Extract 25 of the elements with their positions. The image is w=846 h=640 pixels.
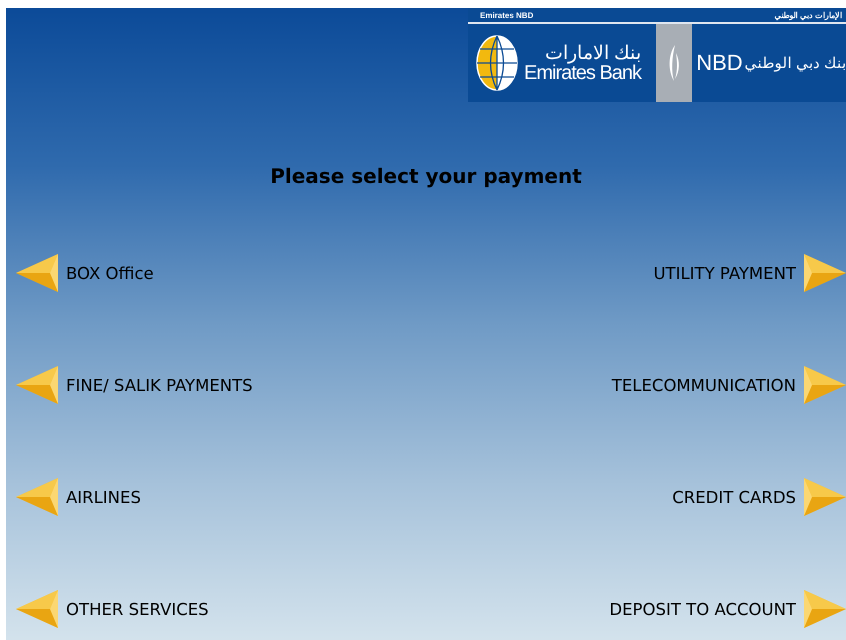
nbd-name-arabic: بنك دبي الوطني xyxy=(744,54,846,72)
bank-name: Emirates Bank xyxy=(524,62,642,82)
flame-logo-icon xyxy=(666,45,681,81)
brand-name: Emirates NBD xyxy=(480,10,534,20)
payment-option[interactable]: AIRLINES xyxy=(16,478,141,516)
payment-option[interactable]: UTILITY PAYMENT xyxy=(653,254,846,292)
payment-option[interactable]: TELECOMMUNICATION xyxy=(612,366,846,404)
arrow-icon xyxy=(16,590,58,628)
payment-option[interactable]: BOX Office xyxy=(16,254,154,292)
payment-option[interactable]: OTHER SERVICES xyxy=(16,590,209,628)
payment-option[interactable]: FINE/ SALIK PAYMENTS xyxy=(16,366,253,404)
arrow-icon xyxy=(16,254,58,292)
arrow-icon xyxy=(804,590,846,628)
arrow-icon xyxy=(16,478,58,516)
globe-logo-icon xyxy=(476,35,518,91)
bank-name-arabic: بنك الامارات xyxy=(544,44,642,62)
payment-option[interactable]: DEPOSIT TO ACCOUNT xyxy=(609,590,846,628)
arrow-icon xyxy=(804,254,846,292)
brand-name-arabic: الإمارات دبي الوطني xyxy=(774,10,842,20)
nbd-logo-text: NBD xyxy=(696,50,743,76)
screen-title: Please select your payment xyxy=(269,163,583,190)
arrow-icon xyxy=(16,366,58,404)
arrow-icon xyxy=(804,478,846,516)
payment-option[interactable]: CREDIT CARDS xyxy=(672,478,846,516)
arrow-icon xyxy=(804,366,846,404)
